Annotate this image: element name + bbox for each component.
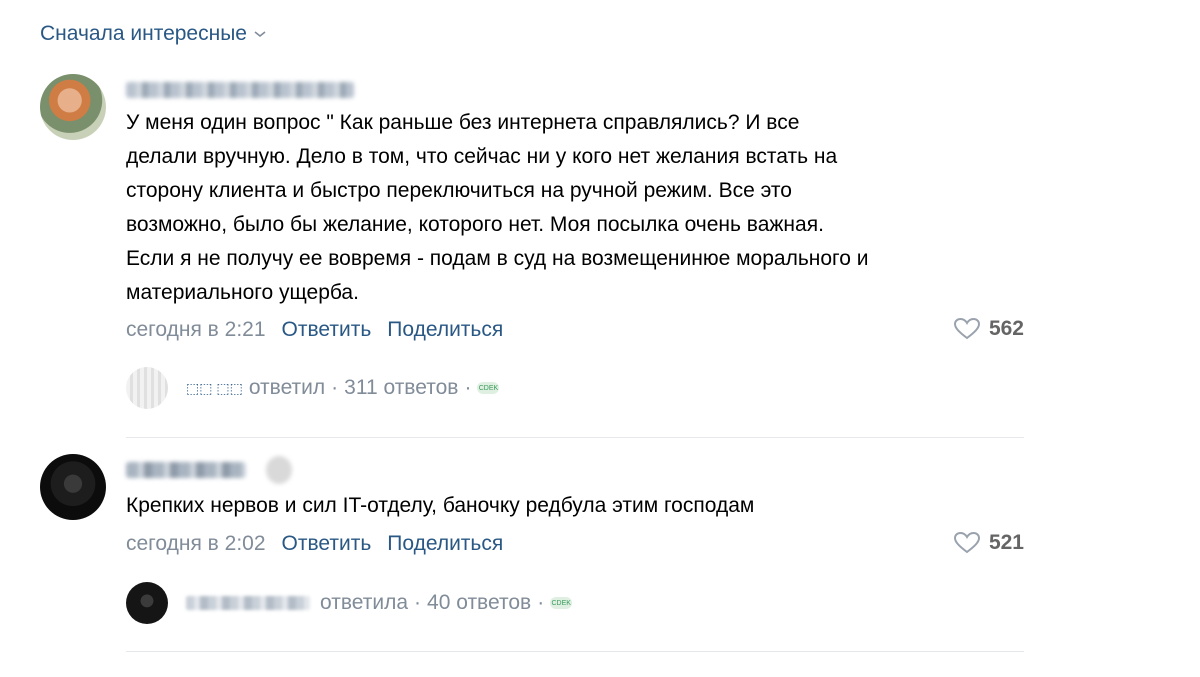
avatar[interactable] [40,74,106,140]
sort-dropdown[interactable]: Сначала интересные [40,22,267,46]
separator: · [414,591,422,614]
comment-2: Крепких нервов и сил IT-отделу, баночку … [40,452,1030,642]
like-button[interactable]: 521 [953,531,1024,555]
avatar[interactable] [40,454,106,520]
separator: · [537,591,545,614]
separator: · [464,376,472,399]
like-count: 562 [988,317,1024,340]
reply-button[interactable]: Ответить [282,318,372,342]
heart-icon [953,317,980,340]
separator: · [331,376,339,399]
divider [126,651,1024,652]
author-emoji [266,456,292,484]
replies-count[interactable]: 311 ответов [344,376,458,400]
replier-name [186,596,310,610]
reply-action: ответила [320,591,409,614]
replier-name: ⬚⬚ ⬚⬚ [186,379,243,396]
comment-text: У меня один вопрос " Как раньше без инте… [126,111,869,304]
thread-preview[interactable]: ответила · 40 ответов · CDEK [126,582,573,624]
comment-meta: сегодня в 2:02 Ответить Поделиться [126,532,503,556]
like-button[interactable]: 562 [953,317,1024,341]
divider [126,437,1024,438]
chevron-down-icon [254,31,266,38]
share-button[interactable]: Поделиться [387,532,503,556]
timestamp[interactable]: сегодня в 2:21 [126,318,266,342]
cdek-badge-icon: CDEK [477,382,500,394]
author-name[interactable] [126,82,354,98]
comment-meta: сегодня в 2:21 Ответить Поделиться [126,318,503,342]
comment-1: У меня один вопрос " Как раньше без инте… [40,72,1030,412]
timestamp[interactable]: сегодня в 2:02 [126,532,266,556]
reply-button[interactable]: Ответить [282,532,372,556]
author-name[interactable] [126,462,246,478]
thread-preview[interactable]: ⬚⬚ ⬚⬚ ответил · 311 ответов · CDEK [126,367,500,409]
heart-icon [953,531,980,554]
replier-avatar [126,367,168,409]
cdek-badge-icon: CDEK [550,597,573,609]
replier-avatar [126,582,168,624]
like-count: 521 [988,531,1024,554]
comment-text: Крепких нервов и сил IT-отделу, баночку … [126,494,755,517]
share-button[interactable]: Поделиться [387,318,503,342]
replies-count[interactable]: 40 ответов [427,591,531,615]
reply-action: ответил [248,376,326,399]
sort-label: Сначала интересные [40,22,247,45]
